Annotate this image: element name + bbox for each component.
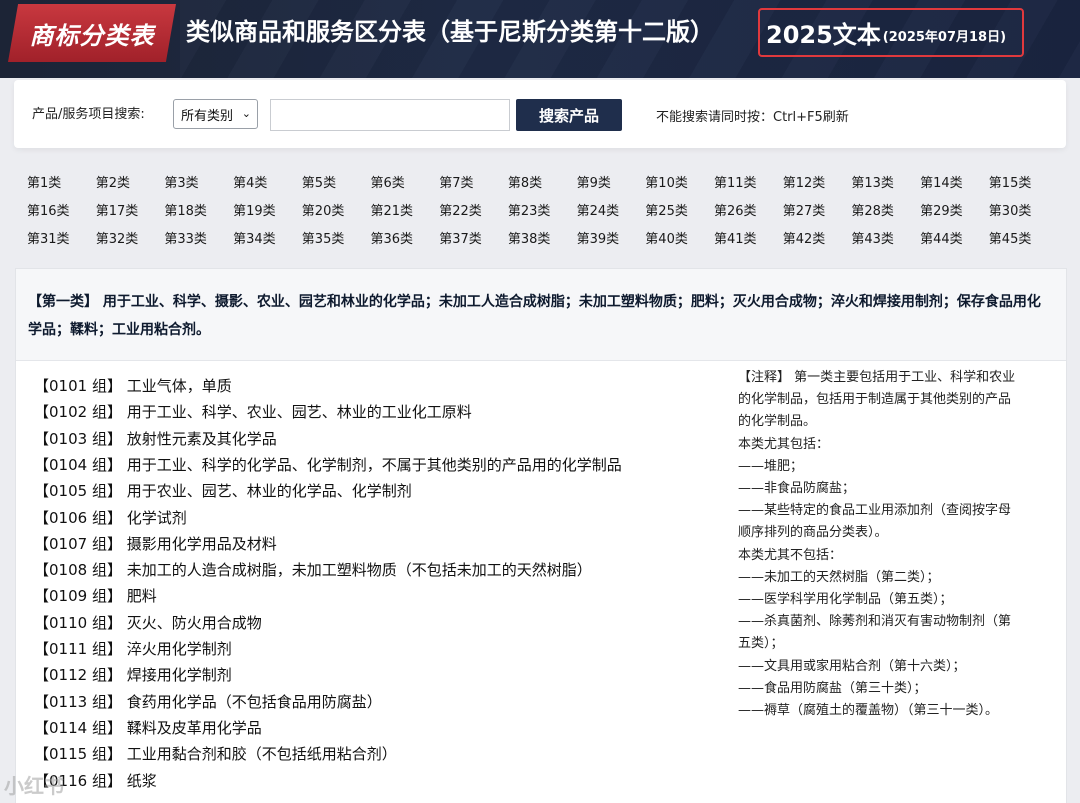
group-link[interactable]: 【0101 组】 工业气体，单质 [34, 375, 232, 396]
class-link[interactable]: 第16类 [27, 200, 70, 219]
group-link[interactable]: 【0104 组】 用于工业、科学的化学品、化学制剂，不属于其他类别的产品用的化学… [34, 454, 622, 475]
refresh-hint: 不能搜索请同时按：Ctrl+F5刷新 [656, 110, 849, 125]
edition-date: (2025年07月18日) [882, 30, 1007, 45]
class-link[interactable]: 第40类 [645, 228, 688, 247]
group-link[interactable]: 【0108 组】 未加工的人造合成树脂，未加工塑料物质（不包括未加工的天然树脂） [34, 559, 592, 580]
note-line: 本类尤其不包括： [738, 547, 843, 563]
class-link[interactable]: 第45类 [989, 228, 1032, 247]
class-link[interactable]: 第7类 [439, 172, 473, 191]
group-link[interactable]: 【0103 组】 放射性元素及其化学品 [34, 428, 277, 449]
class-link[interactable]: 第2类 [96, 172, 130, 191]
group-link[interactable]: 【0109 组】 肥料 [34, 585, 157, 606]
page-title: 类似商品和服务区分表（基于尼斯分类第十二版） [186, 18, 714, 46]
class-link[interactable]: 第27类 [783, 200, 826, 219]
class-link[interactable]: 第13类 [851, 172, 894, 191]
class-link[interactable]: 第29类 [920, 200, 963, 219]
class-link[interactable]: 第23类 [508, 200, 551, 219]
group-link[interactable]: 【0106 组】 化学试剂 [34, 507, 187, 528]
note-line: ——褥草（腐殖土的覆盖物）（第三十一类）。 [738, 703, 999, 719]
class-link[interactable]: 第14类 [920, 172, 963, 191]
class-link[interactable]: 第35类 [302, 228, 345, 247]
note-line: 五类）； [738, 636, 784, 652]
note-line: ——未加工的天然树脂（第二类）； [738, 569, 940, 585]
class-link[interactable]: 第9类 [577, 172, 611, 191]
class-link[interactable]: 第39类 [577, 228, 620, 247]
brand-logo[interactable]: 商标分类表 [8, 4, 176, 62]
class-link[interactable]: 第42类 [783, 228, 826, 247]
class-link[interactable]: 第21类 [371, 200, 414, 219]
class-link[interactable]: 第19类 [233, 200, 276, 219]
note-line: 本类尤其包括： [738, 436, 830, 452]
class-link[interactable]: 第38类 [508, 228, 551, 247]
note-line: 顺序排列的商品分类表）。 [738, 525, 888, 541]
class-link[interactable]: 第10类 [645, 172, 688, 191]
class-link[interactable]: 第30类 [989, 200, 1032, 219]
group-link[interactable]: 【0110 组】 灭火、防火用合成物 [34, 612, 262, 633]
class-link[interactable]: 第17类 [96, 200, 139, 219]
class-link[interactable]: 第37类 [439, 228, 482, 247]
note-line: ——食品用防腐盐（第三十类）； [738, 680, 927, 696]
class-heading: 【第一类】 用于工业、科学、摄影、农业、园艺和林业的化学品；未加工人造合成树脂；… [16, 269, 1066, 361]
group-link[interactable]: 【0114 组】 鞣料及皮革用化学品 [34, 717, 262, 738]
search-input[interactable] [270, 99, 510, 131]
search-label: 产品/服务项目搜索: [32, 107, 145, 122]
class-link[interactable]: 第28类 [851, 200, 894, 219]
group-link[interactable]: 【0113 组】 食药用化学品（不包括食品用防腐盐） [34, 691, 382, 712]
class-link[interactable]: 第6类 [371, 172, 405, 191]
group-link[interactable]: 【0107 组】 摄影用化学用品及材料 [34, 533, 277, 554]
class-link[interactable]: 第24类 [577, 200, 620, 219]
note-line: ——文具用或家用粘合剂（第十六类）； [738, 658, 966, 674]
class-link[interactable]: 第4类 [233, 172, 267, 191]
note-line: 的化学制品。 [738, 414, 817, 430]
class-link[interactable]: 第18类 [164, 200, 207, 219]
class-link[interactable]: 第20类 [302, 200, 345, 219]
class-link[interactable]: 第31类 [27, 228, 70, 247]
chevron-down-icon: ⌄ [241, 107, 251, 120]
search-button[interactable]: 搜索产品 [516, 99, 622, 131]
class-link[interactable]: 第15类 [989, 172, 1032, 191]
group-link[interactable]: 【0112 组】 焊接用化学制剂 [34, 664, 232, 685]
class-link[interactable]: 第1类 [27, 172, 61, 191]
category-select[interactable]: 所有类别 ⌄ [173, 99, 258, 129]
group-link[interactable]: 【0105 组】 用于农业、园艺、林业的化学品、化学制剂 [34, 480, 412, 501]
class-link[interactable]: 第3类 [164, 172, 198, 191]
class-link[interactable]: 第25类 [645, 200, 688, 219]
class-link[interactable]: 第33类 [164, 228, 207, 247]
page-header: 商标分类表 类似商品和服务区分表（基于尼斯分类第十二版） 2025文本 (202… [0, 0, 1080, 78]
watermark: 小红书 [4, 774, 64, 798]
class-link[interactable]: 第32类 [96, 228, 139, 247]
class-link[interactable]: 第8类 [508, 172, 542, 191]
edition-badge: 2025文本 (2025年07月18日) [758, 8, 1024, 57]
class-link[interactable]: 第44类 [920, 228, 963, 247]
search-bar: 产品/服务项目搜索: 所有类别 ⌄ 搜索产品 不能搜索请同时按：Ctrl+F5刷… [14, 80, 1066, 148]
note-line: ——堆肥； [738, 458, 804, 474]
class-link[interactable]: 第34类 [233, 228, 276, 247]
class-link[interactable]: 第12类 [783, 172, 826, 191]
note-line: ——某些特定的食品工业用添加剂（查阅按字母 [738, 503, 1012, 519]
note-line: ——杀真菌剂、除莠剂和消灭有害动物制剂（第 [738, 614, 1012, 630]
class-link[interactable]: 第26类 [714, 200, 757, 219]
class-link[interactable]: 第5类 [302, 172, 336, 191]
group-link[interactable]: 【0115 组】 工业用黏合剂和胶（不包括纸用粘合剂） [34, 743, 397, 764]
group-link[interactable]: 【0102 组】 用于工业、科学、农业、园艺、林业的工业化工原料 [34, 401, 472, 422]
class-link[interactable]: 第36类 [371, 228, 414, 247]
category-select-value: 所有类别 [181, 108, 234, 124]
edition-main: 2025文本 [766, 21, 881, 49]
class-notes: 【注释】 第一类主要包括用于工业、科学和农业 的化学制品，包括用于制造属于其他类别… [738, 367, 1048, 722]
class-link[interactable]: 第22类 [439, 200, 482, 219]
class-link[interactable]: 第11类 [714, 172, 757, 191]
note-line: ——医学科学用化学制品（第五类）； [738, 592, 953, 608]
note-line: ——非食品防腐盐； [738, 481, 856, 497]
class-link[interactable]: 第41类 [714, 228, 757, 247]
class-detail-panel: 【第一类】 用于工业、科学、摄影、农业、园艺和林业的化学品；未加工人造合成树脂；… [15, 268, 1067, 803]
note-line: 【注释】 第一类主要包括用于工业、科学和农业 [738, 370, 1016, 385]
class-link[interactable]: 第43类 [851, 228, 894, 247]
note-line: 的化学制品，包括用于制造属于其他类别的产品 [738, 392, 1012, 408]
group-link[interactable]: 【0111 组】 淬火用化学制剂 [34, 638, 232, 659]
